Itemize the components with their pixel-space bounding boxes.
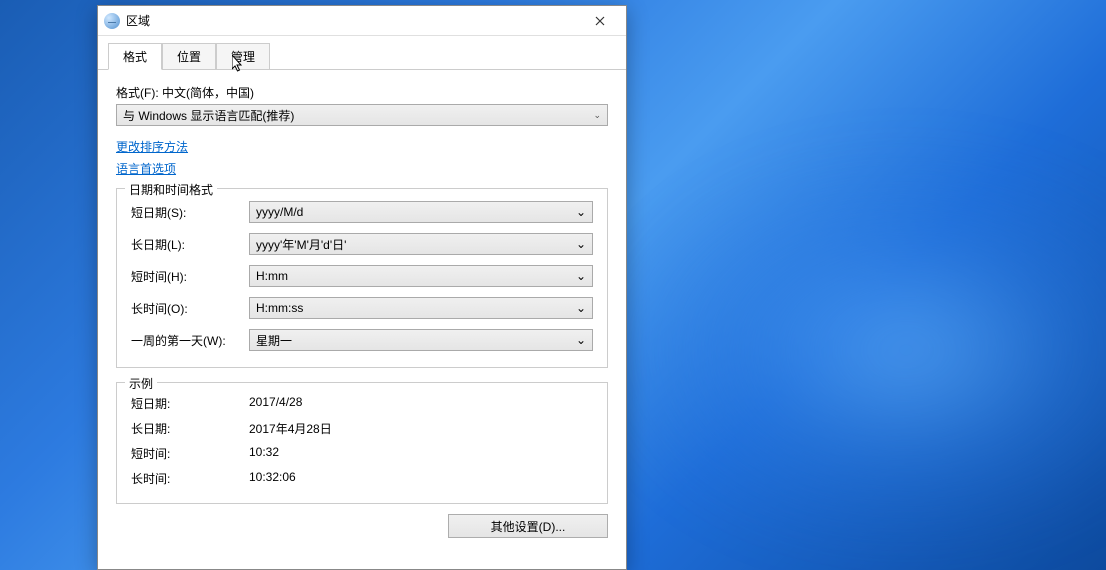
chevron-down-icon: ⌄: [593, 110, 601, 121]
long-time-label: 长时间(O):: [131, 300, 249, 317]
example-short-date-value: 2017/4/28: [249, 395, 302, 412]
tab-format[interactable]: 格式: [108, 43, 162, 70]
first-day-select[interactable]: 星期一 ⌄: [249, 329, 593, 351]
format-dropdown-value: 与 Windows 显示语言匹配(推荐): [123, 107, 294, 124]
bottom-actions: 其他设置(D)...: [116, 514, 608, 538]
short-time-value: H:mm: [256, 269, 288, 283]
first-day-value: 星期一: [256, 332, 292, 349]
example-long-time-label: 长时间:: [131, 470, 249, 487]
chevron-down-icon: ⌄: [576, 269, 586, 283]
datetime-format-group: 日期和时间格式 短日期(S): yyyy/M/d ⌄ 长日期(L): yyyy'…: [116, 188, 608, 368]
links-section: 更改排序方法 语言首选项: [116, 136, 608, 180]
example-long-date-label: 长日期:: [131, 420, 249, 437]
language-pref-link[interactable]: 语言首选项: [116, 158, 608, 180]
short-date-select[interactable]: yyyy/M/d ⌄: [249, 201, 593, 223]
region-dialog: 区域 格式 位置 管理 格式(F): 中文(简体，中国) 与 Windows 显…: [97, 5, 627, 570]
close-icon: [595, 16, 605, 26]
first-day-label: 一周的第一天(W):: [131, 332, 249, 349]
example-group: 示例 短日期: 2017/4/28 长日期: 2017年4月28日 短时间: 1…: [116, 382, 608, 504]
datetime-format-legend: 日期和时间格式: [125, 181, 217, 198]
tab-admin[interactable]: 管理: [216, 43, 270, 70]
short-date-label: 短日期(S):: [131, 204, 249, 221]
titlebar: 区域: [98, 6, 626, 36]
long-date-value: yyyy'年'M'月'd'日': [256, 236, 346, 253]
example-short-time-value: 10:32: [249, 445, 279, 462]
format-dropdown[interactable]: 与 Windows 显示语言匹配(推荐) ⌄: [116, 104, 608, 126]
long-date-label: 长日期(L):: [131, 236, 249, 253]
tabbar: 格式 位置 管理: [98, 36, 626, 70]
format-label: 格式(F): 中文(简体，中国): [116, 84, 608, 101]
example-short-date-label: 短日期:: [131, 395, 249, 412]
chevron-down-icon: ⌄: [576, 333, 586, 347]
additional-settings-button[interactable]: 其他设置(D)...: [448, 514, 608, 538]
chevron-down-icon: ⌄: [576, 205, 586, 219]
chevron-down-icon: ⌄: [576, 301, 586, 315]
example-long-date-value: 2017年4月28日: [249, 420, 332, 437]
example-short-time-label: 短时间:: [131, 445, 249, 462]
example-legend: 示例: [125, 375, 157, 392]
short-time-label: 短时间(H):: [131, 268, 249, 285]
close-button[interactable]: [580, 7, 620, 35]
change-sort-link[interactable]: 更改排序方法: [116, 136, 608, 158]
long-time-value: H:mm:ss: [256, 301, 303, 315]
chevron-down-icon: ⌄: [576, 237, 586, 251]
globe-icon: [104, 13, 120, 29]
short-date-value: yyyy/M/d: [256, 205, 303, 219]
short-time-select[interactable]: H:mm ⌄: [249, 265, 593, 287]
tab-content-format: 格式(F): 中文(简体，中国) 与 Windows 显示语言匹配(推荐) ⌄ …: [98, 70, 626, 569]
tab-location[interactable]: 位置: [162, 43, 216, 70]
example-long-time-value: 10:32:06: [249, 470, 296, 487]
long-date-select[interactable]: yyyy'年'M'月'd'日' ⌄: [249, 233, 593, 255]
long-time-select[interactable]: H:mm:ss ⌄: [249, 297, 593, 319]
window-title: 区域: [126, 12, 580, 29]
